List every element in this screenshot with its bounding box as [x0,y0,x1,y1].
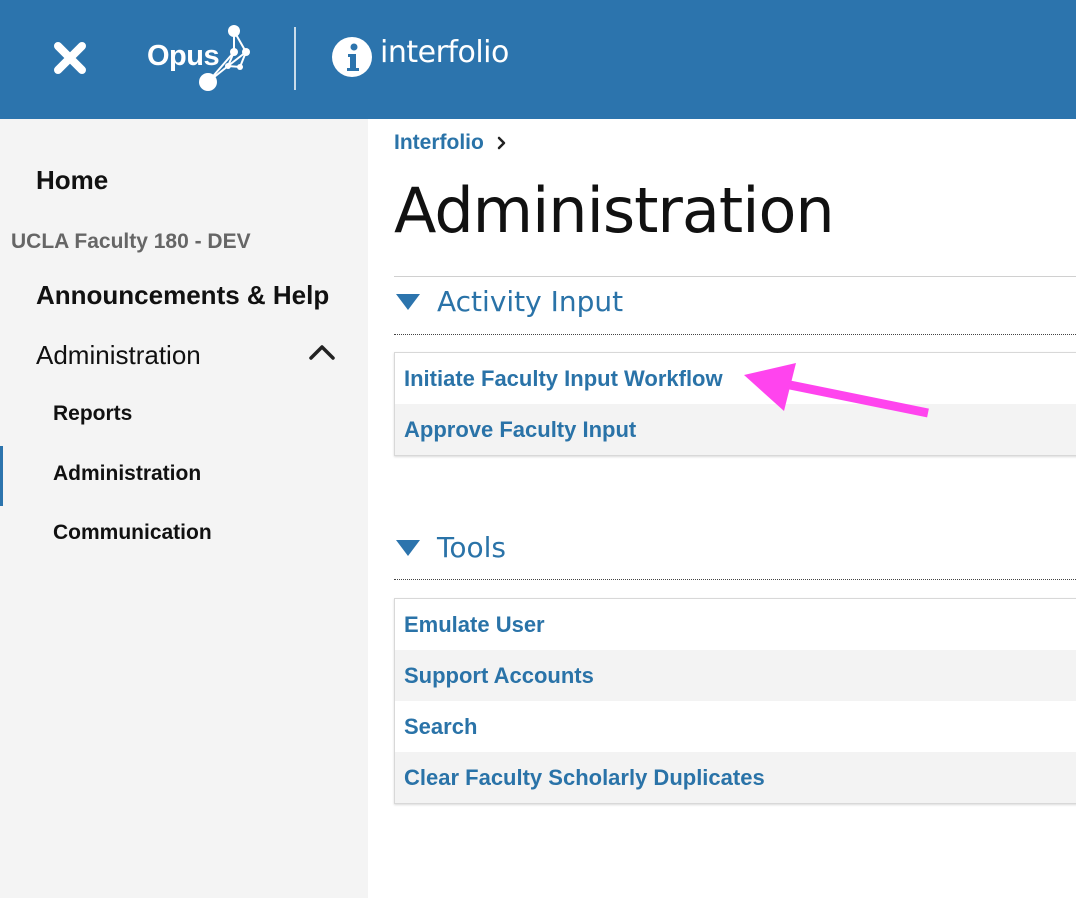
sidebar-subitem-administration[interactable]: Administration [53,462,201,486]
section-title: Tools [437,531,506,564]
link-list-activity-input: Initiate Faculty Input Workflow Approve … [394,352,1076,456]
link-search[interactable]: Search [395,701,1076,752]
close-icon [54,42,86,74]
sidebar-context-label: UCLA Faculty 180 - DEV [11,230,251,253]
opus-network-icon [199,25,250,91]
interfolio-icon [332,37,372,77]
section-divider [394,334,1076,335]
sidebar-item-home[interactable]: Home [36,165,108,196]
sidebar-subitem-communication[interactable]: Communication [53,521,212,545]
link-list-tools: Emulate User Support Accounts Search Cle… [394,598,1076,804]
active-item-indicator [0,446,3,506]
sidebar-subitem-reports[interactable]: Reports [53,402,132,426]
section-title: Activity Input [437,285,624,318]
chevron-up-icon[interactable] [308,342,336,362]
top-bar: Opus interfolio [0,0,1076,119]
link-initiate-faculty-input-workflow[interactable]: Initiate Faculty Input Workflow [395,353,1076,404]
breadcrumb-link-interfolio[interactable]: Interfolio [394,131,484,155]
title-divider [394,276,1076,277]
page-title: Administration [394,174,835,247]
section-divider [394,579,1076,580]
logo-divider [294,27,296,90]
sidebar-item-announcements[interactable]: Announcements & Help [36,280,329,311]
collapse-triangle-icon [396,539,420,556]
close-button[interactable] [50,38,90,78]
link-clear-faculty-scholarly-duplicates[interactable]: Clear Faculty Scholarly Duplicates [395,752,1076,803]
sidebar: Home UCLA Faculty 180 - DEV Announcement… [0,119,368,898]
sidebar-item-administration[interactable]: Administration [36,340,201,371]
interfolio-logo-text: interfolio [380,35,509,70]
chevron-right-icon [497,136,506,150]
annotation-arrow-icon [744,363,929,418]
section-header-activity-input[interactable]: Activity Input [394,285,623,318]
collapse-triangle-icon [396,293,420,310]
breadcrumb: Interfolio [394,131,508,155]
section-header-tools[interactable]: Tools [394,531,506,564]
link-emulate-user[interactable]: Emulate User [395,599,1076,650]
link-approve-faculty-input[interactable]: Approve Faculty Input [395,404,1076,455]
link-support-accounts[interactable]: Support Accounts [395,650,1076,701]
